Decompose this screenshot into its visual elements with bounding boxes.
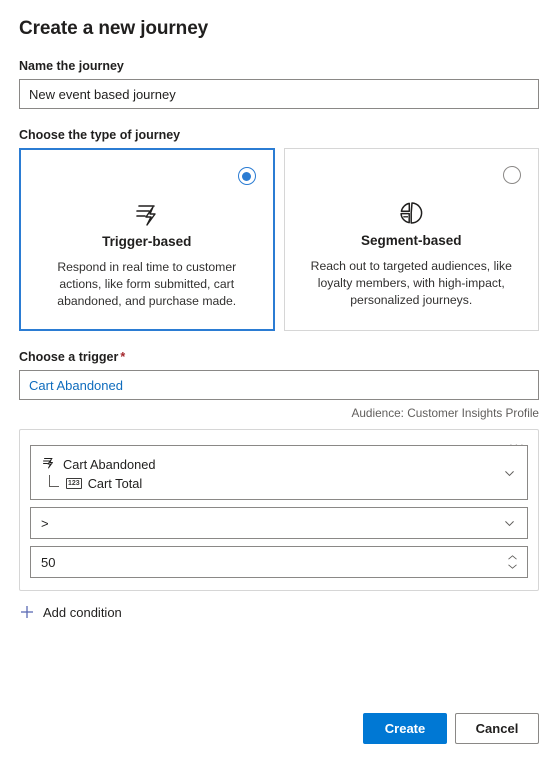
trigger-field-label: Choose a trigger * xyxy=(19,350,539,364)
journey-type-card-segment-based[interactable]: Segment-based Reach out to targeted audi… xyxy=(283,148,539,331)
tree-elbow-connector xyxy=(49,475,59,487)
spinner-down-icon xyxy=(508,564,517,569)
cancel-button[interactable]: Cancel xyxy=(455,713,539,744)
condition-value-text: 50 xyxy=(41,554,56,570)
up-down-spinner[interactable] xyxy=(507,555,518,570)
trigger-lightning-icon xyxy=(132,199,162,229)
condition-trigger-name: Cart Abandoned xyxy=(63,456,156,472)
condition-attribute-name: Cart Total xyxy=(87,475,143,491)
condition-value-row[interactable]: 50 xyxy=(30,546,528,578)
journey-type-title: Trigger-based xyxy=(102,234,192,249)
condition-attribute-line: 123 Cart Total xyxy=(41,475,493,491)
condition-panel: ··· Cart Abandoned 123 Cart Total > 50 xyxy=(19,429,539,591)
page-title: Create a new journey xyxy=(19,18,209,39)
trigger-lightning-icon xyxy=(41,455,56,473)
journey-type-description: Respond in real time to customer actions… xyxy=(57,260,237,308)
radio-segment-based[interactable] xyxy=(503,166,521,184)
pie-chart-icon xyxy=(396,198,426,228)
trigger-field-label-text: Choose a trigger xyxy=(19,350,119,364)
journey-name-input[interactable] xyxy=(19,79,539,109)
condition-trigger-line: Cart Abandoned xyxy=(41,455,493,473)
chevron-down-icon[interactable] xyxy=(503,517,516,530)
journey-type-card-trigger-based[interactable]: Trigger-based Respond in real time to cu… xyxy=(19,148,275,331)
create-button[interactable]: Create xyxy=(363,713,447,744)
add-condition-label: Add condition xyxy=(43,604,122,620)
radio-trigger-based[interactable] xyxy=(237,167,256,185)
journey-type-label: Choose the type of journey xyxy=(19,128,181,142)
condition-operator-value: > xyxy=(41,515,49,531)
journey-type-description: Reach out to targeted audiences, like lo… xyxy=(310,259,512,307)
audience-hint: Audience: Customer Insights Profile xyxy=(351,406,539,420)
add-condition-button[interactable]: Add condition xyxy=(19,604,122,620)
chevron-down-icon[interactable] xyxy=(503,466,516,479)
trigger-select-input[interactable] xyxy=(19,370,539,400)
condition-attribute-row[interactable]: Cart Abandoned 123 Cart Total xyxy=(30,445,528,500)
name-field-label: Name the journey xyxy=(19,59,124,73)
plus-icon xyxy=(19,604,35,620)
required-asterisk: * xyxy=(120,350,126,364)
journey-type-cards: Trigger-based Respond in real time to cu… xyxy=(19,148,539,331)
numeric-type-icon: 123 xyxy=(66,477,82,489)
journey-type-title: Segment-based xyxy=(360,233,462,248)
condition-operator-row[interactable]: > xyxy=(30,507,528,539)
create-journey-dialog: Create a new journey Name the journey Ch… xyxy=(0,0,558,761)
spinner-up-icon xyxy=(508,555,517,560)
dialog-footer: Create Cancel xyxy=(363,713,539,744)
